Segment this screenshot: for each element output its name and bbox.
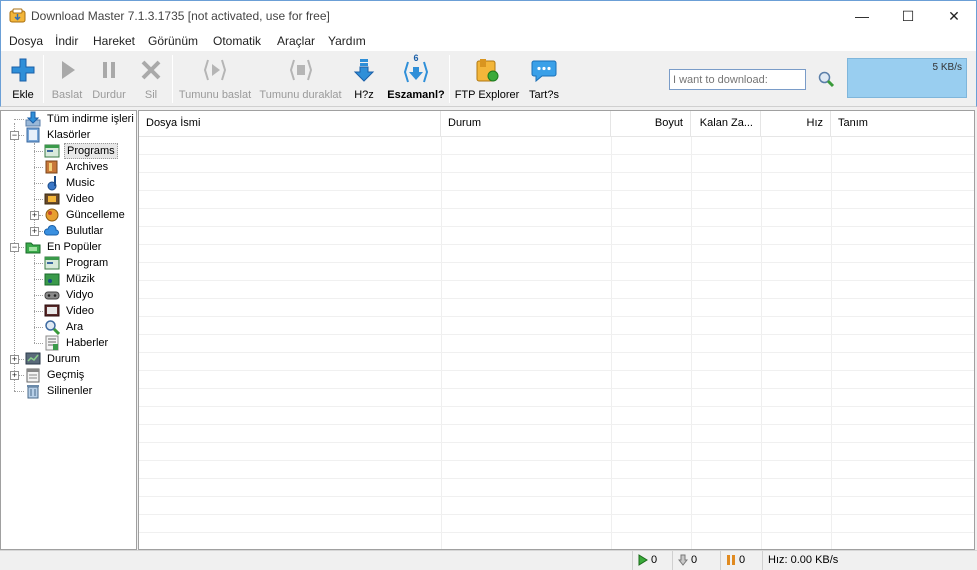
column-filename[interactable]: Dosya İsmi — [139, 111, 441, 136]
ftp-explorer-label: FTP Explorer — [454, 89, 520, 101]
delete-label: Sil — [144, 89, 158, 101]
popular-folder-icon — [25, 242, 41, 254]
title-bar: Download Master 7.1.3.1735 [not activate… — [0, 0, 977, 31]
column-description[interactable]: Tanım — [831, 111, 974, 136]
simultaneous-label: Eszamanl? — [387, 89, 445, 101]
menu-download[interactable]: İndir — [55, 34, 78, 48]
column-status[interactable]: Durum — [441, 111, 611, 136]
cloud-icon — [44, 225, 59, 236]
folders-expander-icon[interactable]: − — [10, 131, 19, 140]
start-all-icon — [203, 59, 227, 81]
menu-file[interactable]: Dosya — [9, 34, 43, 48]
pause-icon — [103, 62, 115, 78]
active-play-icon — [638, 554, 648, 566]
popular-expander-icon[interactable]: − — [10, 243, 19, 252]
start-all-label: Tumunu baslat — [178, 89, 252, 101]
tv-icon — [44, 304, 60, 317]
status-speed: Hız: 0.00 KB/s — [762, 551, 977, 570]
download-list[interactable]: Dosya İsmi Durum Boyut Kalan Za... Hız T… — [138, 110, 975, 550]
trash-icon — [27, 385, 39, 399]
status-active: 0 — [632, 551, 672, 570]
delete-x-icon — [141, 60, 161, 80]
ftp-explorer-button[interactable]: FTP Explorer — [453, 51, 521, 105]
film-icon — [44, 193, 60, 205]
stop-button[interactable]: Durdur — [89, 51, 129, 105]
downloaded-arrow-icon — [678, 554, 688, 566]
status-expander-icon[interactable]: + — [10, 355, 19, 364]
music-note-icon — [47, 176, 57, 191]
speed-graph: 5 KB/s — [847, 58, 967, 98]
add-label: Ekle — [12, 89, 34, 101]
ftp-folder-icon — [476, 59, 499, 82]
menu-automatic[interactable]: Otomatik — [213, 34, 261, 48]
stop-all-icon — [289, 59, 312, 81]
history-expander-icon[interactable]: + — [10, 371, 19, 380]
speed-arrow-icon — [353, 59, 375, 82]
toolbar: Ekle Baslat Durdur Sil Tumunu baslat Tum… — [0, 51, 977, 107]
chat-bubble-icon — [531, 60, 557, 83]
status-downloaded: 0 — [672, 551, 720, 570]
speed-button[interactable]: H?z — [347, 51, 381, 105]
menu-view[interactable]: Görünüm — [148, 34, 198, 48]
gamepad-icon — [44, 291, 60, 300]
start-all-button[interactable]: Tumunu baslat — [176, 51, 254, 105]
news-icon — [45, 335, 59, 351]
column-speed[interactable]: Hız — [761, 111, 831, 136]
maximize-button[interactable]: ☐ — [885, 1, 931, 31]
status-bar: 0 0 0 Hız: 0.00 KB/s — [0, 550, 977, 570]
folders-book-icon — [26, 127, 40, 143]
add-button[interactable]: Ekle — [5, 51, 41, 105]
updates-expander-icon[interactable]: + — [30, 211, 39, 220]
minimize-button[interactable]: — — [839, 1, 885, 31]
simultaneous-button[interactable]: 6 Eszamanl? — [387, 51, 445, 105]
program-window-icon — [44, 256, 60, 270]
status-monitor-icon — [25, 352, 41, 365]
music-player-icon — [44, 273, 60, 286]
stop-all-button[interactable]: Tumunu duraklat — [258, 51, 343, 105]
app-icon — [9, 8, 26, 23]
history-calendar-icon — [26, 368, 40, 383]
update-globe-icon — [45, 208, 59, 222]
url-input[interactable] — [669, 69, 806, 90]
speed-graph-value: 5 KB/s — [932, 62, 962, 73]
column-size[interactable]: Boyut — [611, 111, 691, 136]
menu-bar: Dosya İndir Hareket Görünüm Otomatik Ara… — [0, 31, 977, 51]
paused-icon — [727, 555, 735, 566]
go-search-icon[interactable] — [817, 70, 835, 88]
clouds-expander-icon[interactable]: + — [30, 227, 39, 236]
play-icon — [62, 61, 75, 79]
close-button[interactable]: ✕ — [931, 1, 977, 31]
stop-all-label: Tumunu duraklat — [259, 89, 342, 101]
speed-label: H?z — [354, 89, 374, 101]
menu-action[interactable]: Hareket — [93, 34, 135, 48]
menu-tools[interactable]: Araçlar — [277, 34, 315, 48]
stop-label: Durdur — [92, 89, 126, 101]
status-paused: 0 — [720, 551, 762, 570]
column-time-left[interactable]: Kalan Za... — [691, 111, 761, 136]
category-tree[interactable]: Tüm indirme işleri − Klasörler Programs … — [0, 110, 137, 550]
download-arrow-icon — [25, 111, 41, 127]
plus-icon — [11, 58, 35, 82]
start-label: Baslat — [51, 89, 83, 101]
search-icon — [45, 320, 60, 335]
simultaneous-count: 6 — [413, 53, 419, 63]
delete-button[interactable]: Sil — [133, 51, 169, 105]
archive-icon — [45, 160, 58, 174]
discuss-button[interactable]: Tart?s — [525, 51, 563, 105]
discuss-label: Tart?s — [529, 89, 559, 101]
window-title: Download Master 7.1.3.1735 [not activate… — [31, 9, 330, 23]
start-button[interactable]: Baslat — [47, 51, 87, 105]
program-window-icon — [44, 144, 60, 158]
menu-help[interactable]: Yardım — [328, 34, 366, 48]
